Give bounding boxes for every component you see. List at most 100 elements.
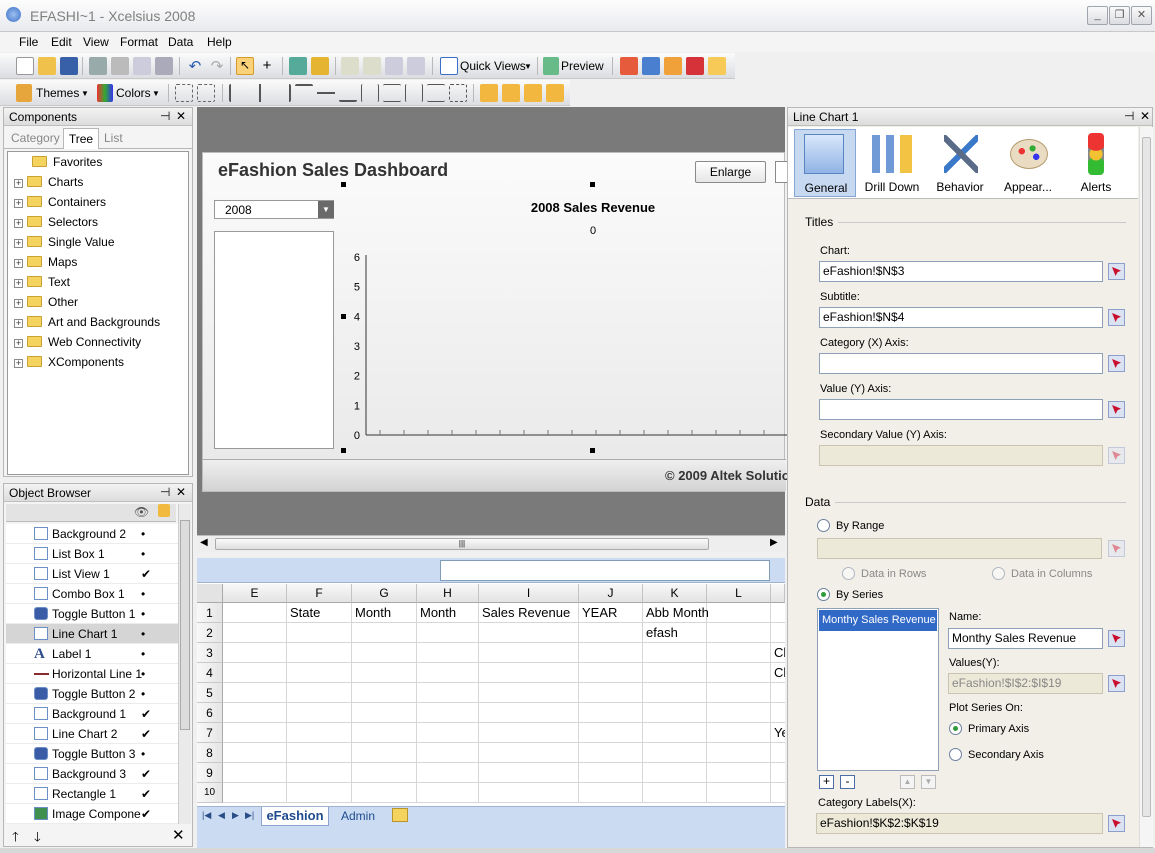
paste-icon[interactable] — [155, 57, 173, 75]
column-header-l[interactable]: L — [707, 584, 771, 603]
empty-cell[interactable] — [707, 683, 771, 703]
empty-cell[interactable] — [287, 623, 352, 643]
scroll-right-icon[interactable]: ▶ — [770, 537, 778, 548]
lock-icon[interactable] — [158, 504, 170, 517]
empty-cell[interactable] — [643, 643, 707, 663]
align-bottom-icon[interactable] — [339, 84, 357, 102]
scroll-thumb[interactable]: ||| — [215, 538, 709, 550]
preview-button[interactable]: Preview — [561, 59, 604, 73]
crosshair-icon[interactable]: + — [258, 57, 276, 75]
tab-list[interactable]: List — [104, 131, 123, 145]
value-axis-input[interactable] — [819, 399, 1103, 420]
object-row-rectangle-1[interactable]: Rectangle 1 ✔ — [6, 784, 178, 804]
empty-cell[interactable] — [771, 683, 785, 703]
remove-series-button[interactable]: - — [840, 775, 855, 789]
undo-icon[interactable]: ↶ — [186, 57, 204, 75]
bring-to-front-icon[interactable] — [480, 84, 498, 102]
quick-views-dropdown-icon[interactable]: ▼ — [524, 62, 532, 71]
expand-icon[interactable]: + — [14, 199, 23, 208]
cell-picker-icon[interactable] — [1108, 263, 1125, 280]
empty-cell[interactable] — [287, 723, 352, 743]
empty-cell[interactable] — [479, 783, 579, 803]
expand-icon[interactable]: + — [14, 239, 23, 248]
same-size-icon[interactable] — [449, 84, 467, 102]
selection-handle[interactable] — [341, 182, 346, 187]
empty-cell[interactable] — [479, 663, 579, 683]
empty-cell[interactable] — [352, 783, 417, 803]
empty-cell[interactable] — [771, 783, 785, 803]
cell-picker-icon[interactable] — [1108, 630, 1125, 647]
menu-view[interactable]: View — [83, 35, 109, 49]
empty-cell[interactable] — [287, 743, 352, 763]
tab-drill-down[interactable]: Drill Down — [858, 129, 926, 197]
empty-cell[interactable] — [223, 743, 287, 763]
empty-cell[interactable] — [643, 663, 707, 683]
column-header-g[interactable]: G — [352, 584, 417, 603]
empty-cell[interactable] — [417, 703, 479, 723]
cell-picker-icon[interactable] — [1108, 540, 1125, 557]
secondary-axis-radio[interactable] — [949, 748, 962, 761]
empty-cell[interactable] — [579, 743, 643, 763]
empty-cell[interactable] — [643, 683, 707, 703]
row-header[interactable]: 4 — [197, 663, 223, 683]
row-header[interactable]: 7 — [197, 723, 223, 743]
selection-handle[interactable] — [341, 448, 346, 453]
cell-h1[interactable]: Month — [417, 603, 479, 623]
empty-cell[interactable] — [352, 683, 417, 703]
object-row-line-chart-2[interactable]: Line Chart 2 ✔ — [6, 724, 178, 744]
row-header[interactable]: 6 — [197, 703, 223, 723]
category-labels-input[interactable]: eFashion!$K$2:$K$19 — [816, 813, 1103, 834]
object-row-background-2[interactable]: Background 2 • — [6, 524, 178, 544]
empty-cell[interactable] — [352, 743, 417, 763]
expand-icon[interactable]: + — [14, 279, 23, 288]
move-series-up-button[interactable]: ▲ — [900, 775, 915, 789]
colors-dropdown-icon[interactable]: ▼ — [152, 89, 160, 98]
data-in-rows-radio[interactable] — [842, 567, 855, 580]
empty-cell[interactable] — [479, 683, 579, 703]
tree-item-other[interactable]: + Other — [14, 292, 78, 312]
send-backward-icon[interactable] — [524, 84, 542, 102]
tab-tree[interactable]: Tree — [63, 128, 99, 149]
empty-cell[interactable] — [707, 723, 771, 743]
pin-icon[interactable]: ⊣ — [160, 485, 170, 499]
empty-cell[interactable] — [707, 663, 771, 683]
close-panel-icon[interactable]: ✕ — [176, 485, 186, 499]
values-y-input[interactable]: eFashion!$I$2:$I$19 — [948, 673, 1103, 694]
selection-handle[interactable] — [341, 314, 346, 319]
series-list[interactable]: Monthy Sales Revenue — [817, 608, 939, 771]
empty-cell[interactable] — [223, 603, 287, 623]
series-list-item[interactable]: Monthy Sales Revenue — [819, 610, 937, 631]
cell-k1[interactable]: Abb Month — [643, 603, 723, 623]
tab-alerts[interactable]: Alerts — [1062, 129, 1130, 197]
empty-cell[interactable] — [352, 643, 417, 663]
pin-icon[interactable]: ⊣ — [1124, 109, 1134, 123]
column-header-j[interactable]: J — [579, 584, 643, 603]
cell-k2[interactable]: efash — [643, 623, 707, 643]
quick-views-button[interactable]: Quick Views — [460, 59, 526, 73]
menu-help[interactable]: Help — [207, 35, 232, 49]
expand-icon[interactable]: + — [14, 299, 23, 308]
tree-item-favorites[interactable]: Favorites — [32, 152, 102, 172]
maximize-button[interactable]: ❐ — [1109, 6, 1130, 25]
row-header[interactable]: 5 — [197, 683, 223, 703]
themes-icon[interactable] — [16, 84, 32, 102]
menu-file[interactable]: File — [19, 35, 38, 49]
tree-item-maps[interactable]: + Maps — [14, 252, 77, 272]
object-row-toggle-button-3[interactable]: Toggle Button 3 • — [6, 744, 178, 764]
same-height-icon[interactable] — [427, 84, 445, 102]
cell-j1[interactable]: YEAR — [579, 603, 643, 623]
cell-picker-icon[interactable] — [1108, 309, 1125, 326]
empty-cell[interactable] — [223, 643, 287, 663]
print-icon[interactable] — [89, 57, 107, 75]
empty-cell[interactable] — [287, 783, 352, 803]
object-row-toggle-button-2[interactable]: Toggle Button 2 • — [6, 684, 178, 704]
redo-icon[interactable]: ↷ — [208, 57, 226, 75]
empty-cell[interactable] — [287, 643, 352, 663]
object-row-image-component[interactable]: Image Compone ✔ — [6, 804, 178, 824]
same-width-icon[interactable] — [405, 84, 423, 102]
cell-i1[interactable]: Sales Revenue — [479, 603, 579, 623]
empty-cell[interactable] — [579, 663, 643, 683]
empty-cell[interactable] — [771, 703, 785, 723]
cut-icon[interactable] — [111, 57, 129, 75]
selection-handle[interactable] — [590, 182, 595, 187]
